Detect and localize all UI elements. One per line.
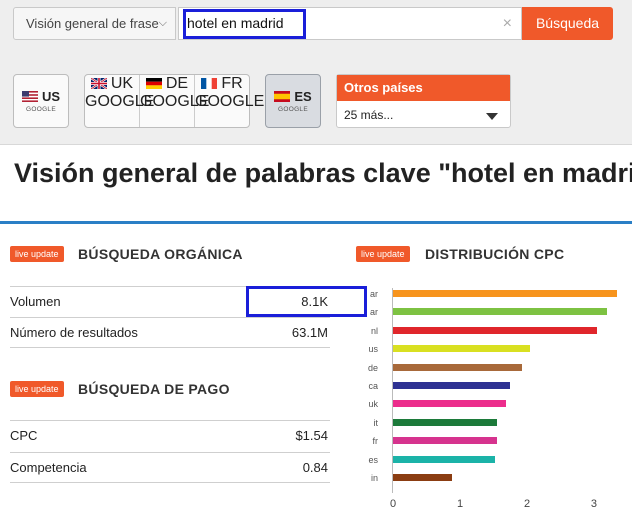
- cpc-bar: [393, 345, 531, 353]
- db-sub: GOOGLE: [195, 93, 265, 110]
- cpc-bar: [393, 418, 497, 426]
- category-label: it: [373, 417, 379, 428]
- cpc-distribution-chart: ar ar nl us de ca uk it fr es in 0 1 2 3: [360, 280, 632, 530]
- cpc-bar: [393, 455, 495, 463]
- clear-icon[interactable]: ×: [503, 8, 512, 39]
- category-label: ar: [369, 307, 378, 318]
- other-countries-dropdown[interactable]: Otros países 25 más...: [336, 74, 511, 128]
- db-sub: GOOGLE: [278, 106, 308, 113]
- category-label: es: [368, 454, 378, 465]
- table-row: CPC $1.54: [10, 420, 330, 451]
- cpc-bar: [393, 363, 522, 371]
- category-label: us: [368, 344, 378, 355]
- chevron-down-icon: ⌵: [158, 17, 167, 29]
- paid-title: BÚSQUEDA DE PAGO: [78, 381, 230, 397]
- live-update-badge: live update: [10, 381, 64, 397]
- row-value: $1.54: [295, 428, 328, 443]
- cpc-bar: [393, 400, 506, 408]
- search-button[interactable]: Búsqueda: [522, 7, 613, 40]
- us-flag-icon: [21, 91, 38, 102]
- category-label: ar: [369, 289, 378, 299]
- db-code: FR: [221, 75, 243, 92]
- other-countries-selected: 25 más...: [344, 108, 394, 122]
- query-highlight-box: [183, 9, 306, 39]
- db-code: UK: [110, 75, 134, 92]
- db-group: UK GOOGLE DE GOOGLE FR GOOGLE: [84, 74, 264, 128]
- category-label: uk: [368, 399, 378, 410]
- x-tick-label: 1: [456, 498, 464, 510]
- db-code: US: [41, 89, 61, 104]
- category-label: fr: [372, 436, 379, 447]
- live-update-badge: live update: [10, 246, 64, 262]
- row-value: 0.84: [302, 460, 328, 475]
- fr-flag-icon: [201, 78, 218, 89]
- db-code: ES: [294, 89, 312, 104]
- cpc-bar: [393, 382, 511, 389]
- de-flag-icon: [145, 78, 162, 89]
- page-title: Visión general de palabras clave "hotel …: [14, 158, 632, 188]
- table-row: Número de resultados 63.1M: [10, 317, 330, 348]
- db-code: DE: [165, 75, 189, 92]
- live-update-badge: live update: [356, 246, 410, 262]
- db-button-fr[interactable]: FR GOOGLE: [195, 75, 264, 127]
- volume-highlight-box: [246, 286, 367, 317]
- cpc-bar: [393, 290, 618, 297]
- cpc-bar: [393, 308, 608, 316]
- category-label: nl: [370, 325, 378, 336]
- row-label: Número de resultados: [10, 325, 138, 340]
- row-label: CPC: [10, 428, 38, 443]
- table-row: Competencia 0.84: [10, 452, 330, 483]
- row-label: Volumen: [10, 294, 61, 309]
- x-tick-label: 2: [523, 498, 531, 510]
- caret-down-icon: [486, 113, 498, 120]
- category-label: ca: [368, 381, 378, 391]
- section-divider: [0, 221, 632, 224]
- cpc-distribution-title: DISTRIBUCIÓN CPC: [425, 246, 565, 262]
- database-select-label: Visión general de frase: [26, 16, 159, 31]
- db-button-us[interactable]: US GOOGLE: [13, 74, 69, 128]
- db-sub: GOOGLE: [26, 106, 56, 113]
- db-button-uk[interactable]: UK GOOGLE: [85, 75, 154, 127]
- es-flag-icon: [274, 91, 291, 102]
- cpc-bar: [393, 474, 452, 481]
- other-countries-title: Otros países: [337, 75, 510, 101]
- cpc-bar: [393, 326, 598, 334]
- cpc-bar: [393, 437, 497, 445]
- row-value: 63.1M: [291, 325, 328, 340]
- db-button-es[interactable]: ES GOOGLE: [265, 74, 321, 128]
- db-button-de[interactable]: DE GOOGLE: [140, 75, 209, 127]
- category-label: de: [367, 362, 378, 373]
- x-tick-label: 0: [390, 498, 397, 510]
- database-select[interactable]: Visión general de frase ⌵: [13, 7, 176, 40]
- uk-flag-icon: [90, 78, 107, 89]
- organic-title: BÚSQUEDA ORGÁNICA: [78, 246, 243, 262]
- row-label: Competencia: [10, 460, 87, 475]
- category-label: in: [370, 473, 378, 483]
- x-tick-label: 3: [590, 498, 598, 510]
